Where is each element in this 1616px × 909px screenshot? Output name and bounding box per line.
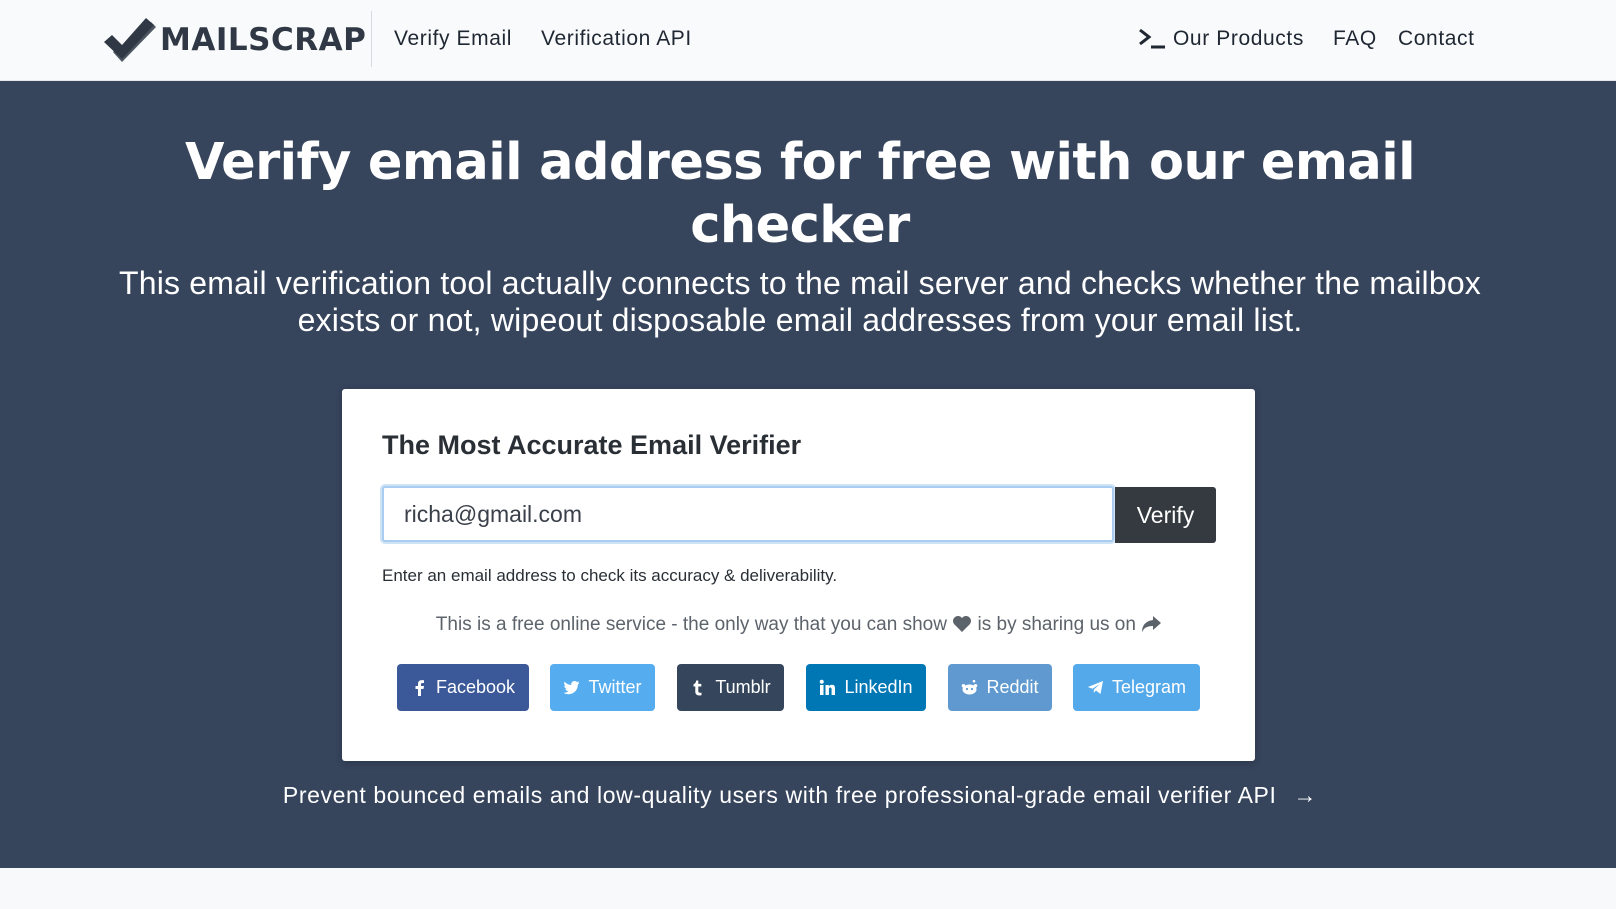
api-promo-link[interactable]: Prevent bounced emails and low-quality u… [100,781,1500,809]
verify-button[interactable]: Verify [1115,487,1216,543]
nav-our-products[interactable]: Our Products [1138,24,1304,54]
brand-logo-link[interactable]: MAILSCRAP [104,14,366,66]
nav-contact[interactable]: Contact [1398,24,1475,54]
nav-our-products-label: Our Products [1173,27,1304,50]
nav-divider [371,11,372,67]
hero-title: Verify email address for free with our e… [185,133,1416,255]
brand-name: MAILSCRAP [160,22,367,58]
share-reddit-button[interactable]: Reddit [948,664,1052,711]
twitter-icon [563,681,580,695]
api-promo-text: Prevent bounced emails and low-quality u… [282,782,1277,808]
facebook-icon [415,680,424,696]
heart-icon [953,616,972,632]
share-reddit-label: Reddit [986,677,1039,697]
share-facebook-label: Facebook [435,677,516,697]
hero-subtitle: This email verification tool actually co… [118,265,1482,338]
verifier-help-text: Enter an email address to check its accu… [382,566,838,585]
terminal-icon [1139,28,1165,49]
nav-verify-email[interactable]: Verify Email [394,24,512,54]
share-tumblr-label: Tumblr [715,677,771,697]
verifier-title: The Most Accurate Email Verifier [382,430,802,460]
page-bottom-strip [0,868,1616,909]
share-message: This is a free online service - the only… [342,612,1255,638]
share-telegram-label: Telegram [1111,677,1187,697]
share-twitter-label: Twitter [588,677,642,697]
linkedin-icon [820,679,836,695]
top-navbar: MAILSCRAP Verify Email Verification API … [0,0,1616,81]
share-linkedin-label: LinkedIn [844,677,913,697]
share-message-prefix: This is a free online service - the only… [435,614,947,635]
share-tumblr-button[interactable]: Tumblr [677,664,784,711]
hero-section: Verify email address for free with our e… [0,81,1616,868]
double-check-logo-icon [104,18,156,62]
share-twitter-button[interactable]: Twitter [550,664,655,711]
reddit-icon [962,679,978,695]
nav-verification-api[interactable]: Verification API [541,24,692,54]
telegram-icon [1087,681,1103,694]
share-facebook-button[interactable]: Facebook [397,664,529,711]
nav-faq[interactable]: FAQ [1333,24,1377,54]
tumblr-icon [693,680,702,696]
share-message-suffix: is by sharing us on [977,614,1136,635]
share-telegram-button[interactable]: Telegram [1073,664,1200,711]
share-linkedin-button[interactable]: LinkedIn [806,664,926,711]
email-input[interactable] [382,486,1114,542]
share-arrow-icon [1142,616,1162,632]
arrow-right-icon: → [1293,782,1318,808]
